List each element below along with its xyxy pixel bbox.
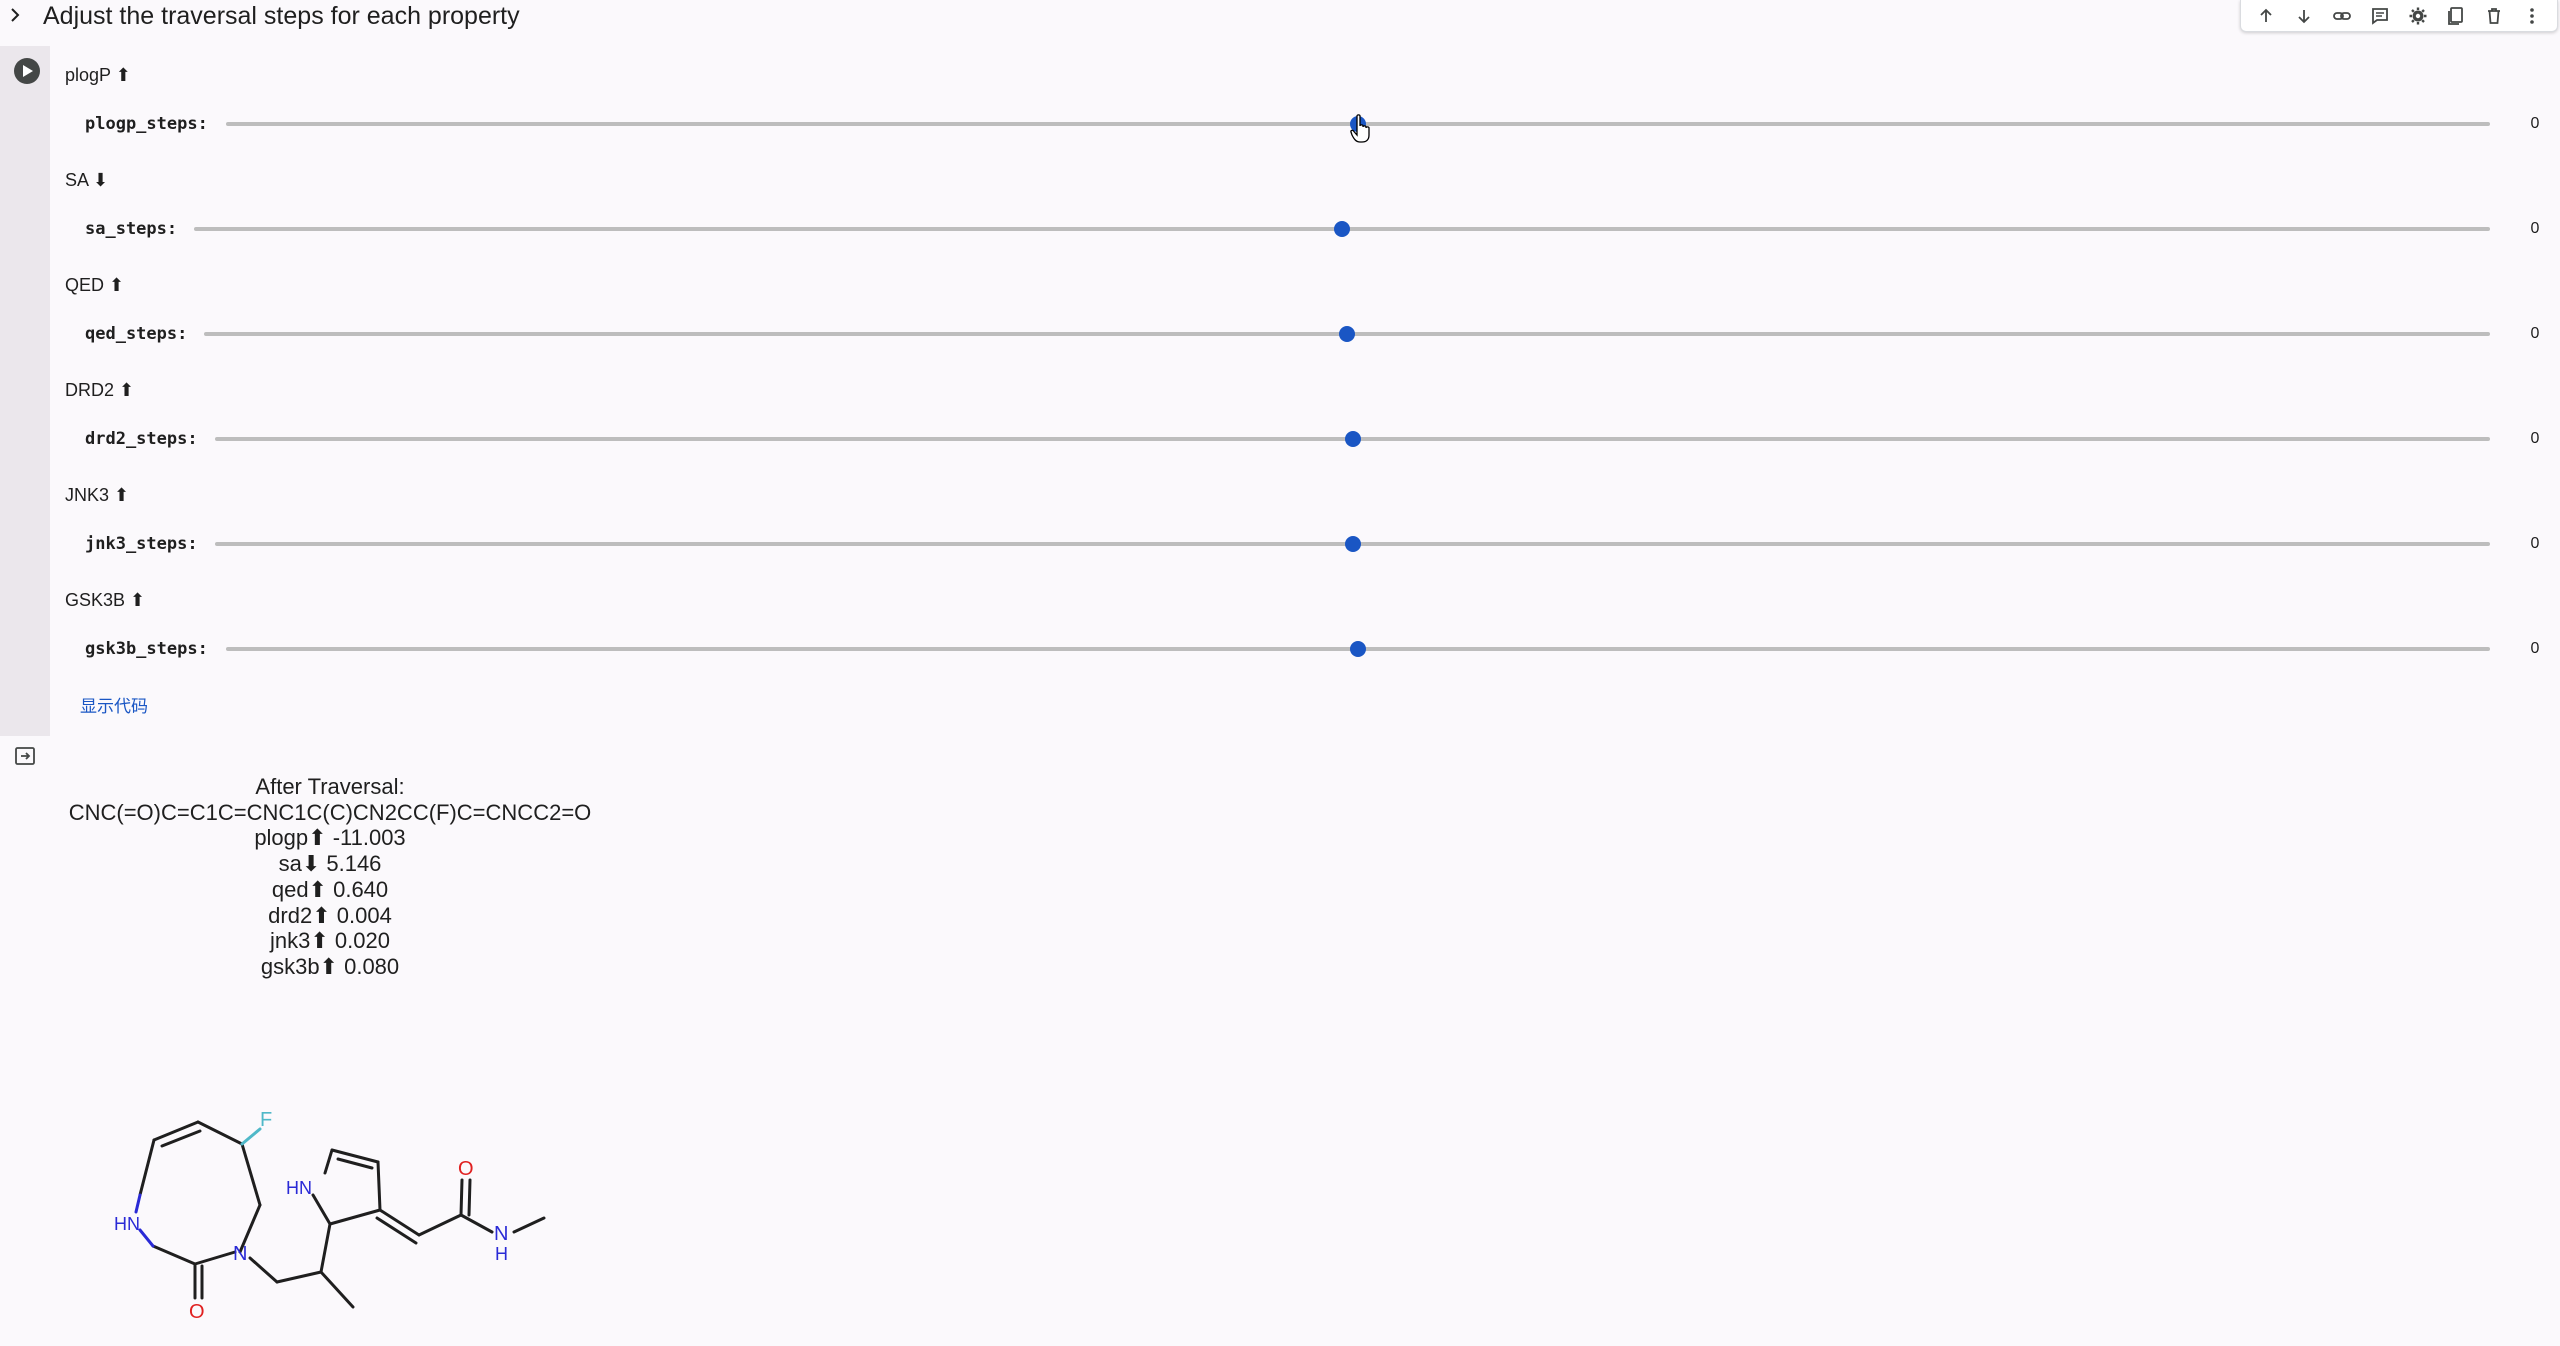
gsk3b-steps-value: 0 (2530, 640, 2540, 657)
gsk3b-steps-slider[interactable] (226, 641, 2490, 657)
cell-header: Adjust the traversal steps for each prop… (0, 0, 2560, 34)
property-heading-sa: SA ⬇ (65, 170, 109, 190)
sa-steps-label: sa_steps: (85, 219, 178, 239)
comment-icon[interactable] (2367, 3, 2393, 29)
property-heading-gsk3b: GSK3B ⬆ (65, 590, 146, 610)
show-code-link[interactable]: 显示代码 (80, 692, 148, 717)
molecule-structure: F HN N O HN O N H (114, 1109, 546, 1323)
jnk3-steps-label: jnk3_steps: (85, 534, 198, 554)
sa-steps-slider-thumb[interactable] (1334, 221, 1350, 237)
oxygen-amide-atom: O (458, 1158, 474, 1180)
gsk3b-steps-slider-thumb[interactable] (1350, 641, 1366, 657)
cell-title: Adjust the traversal steps for each prop… (43, 2, 520, 30)
qed-steps-label: qed_steps: (85, 324, 188, 344)
link-icon[interactable] (2329, 3, 2355, 29)
drd2-steps-slider[interactable] (215, 431, 2490, 447)
output-line: sa⬇ 5.146 (278, 851, 382, 877)
qed-steps-slider-thumb[interactable] (1339, 326, 1355, 342)
drd2-steps-slider-thumb[interactable] (1344, 431, 1361, 447)
jnk3-steps-slider[interactable] (215, 536, 2490, 552)
hand-cursor-icon (1350, 114, 1370, 143)
output-line: plogp⬆ -11.003 (254, 825, 406, 851)
output-line: qed⬆ 0.640 (271, 876, 389, 902)
output-line: gsk3b⬆ 0.080 (260, 953, 400, 979)
property-heading-qed: QED ⬆ (65, 275, 125, 295)
output-line: drd2⬆ 0.004 (268, 902, 392, 928)
hydrogen-amide-atom: H (495, 1244, 508, 1264)
property-heading-drd2: DRD2 ⬆ (65, 380, 135, 400)
run-cell-button[interactable] (14, 58, 40, 84)
plogp-steps-label: plogp_steps: (85, 114, 208, 134)
drd2-steps-value: 0 (2530, 430, 2540, 447)
gsk3b-steps-label: gsk3b_steps: (85, 639, 208, 659)
arrow-down-icon[interactable] (2291, 3, 2317, 29)
nitrogen-hn-ring-atom: HN (114, 1214, 140, 1234)
nitrogen-ring-atom: N (233, 1243, 247, 1265)
nitrogen-amide-atom: N (494, 1223, 508, 1245)
qed-steps-value: 0 (2530, 325, 2540, 342)
arrow-up-icon[interactable] (2253, 3, 2279, 29)
sa-steps-value: 0 (2530, 220, 2540, 237)
nitrogen-hn-pyrroline-atom: HN (286, 1178, 312, 1198)
output-line: jnk3⬆ 0.020 (270, 928, 390, 954)
qed-steps-slider[interactable] (204, 326, 2490, 342)
collapse-chevron-icon[interactable] (4, 0, 26, 32)
oxygen-carbonyl-atom: O (189, 1301, 205, 1323)
output-smiles: CNC(=O)C=C1C=CNC1C(C)CN2CC(F)C=CNCC2=O (68, 799, 592, 825)
mirror-cell-icon[interactable] (2443, 3, 2469, 29)
fluorine-atom: F (260, 1109, 272, 1131)
output-actions-icon[interactable] (14, 745, 38, 769)
cell-toolbar (2240, 0, 2558, 32)
cell-gutter (0, 46, 50, 736)
jnk3-steps-value: 0 (2530, 535, 2540, 552)
trash-icon[interactable] (2481, 3, 2507, 29)
output-text: After Traversal: CNC(=O)C=C1C=CNC1C(C)CN… (60, 774, 600, 980)
gear-icon[interactable] (2405, 3, 2431, 29)
jnk3-steps-slider-thumb[interactable] (1344, 536, 1361, 552)
property-heading-plogp: plogP ⬆ (65, 65, 131, 85)
sa-steps-slider[interactable] (194, 221, 2490, 237)
play-icon (23, 65, 33, 77)
property-heading-jnk3: JNK3 ⬆ (65, 485, 130, 505)
plogp-steps-value: 0 (2530, 115, 2540, 132)
more-vert-icon[interactable] (2519, 3, 2545, 29)
output-line: After Traversal: (255, 774, 405, 799)
drd2-steps-label: drd2_steps: (85, 429, 198, 449)
